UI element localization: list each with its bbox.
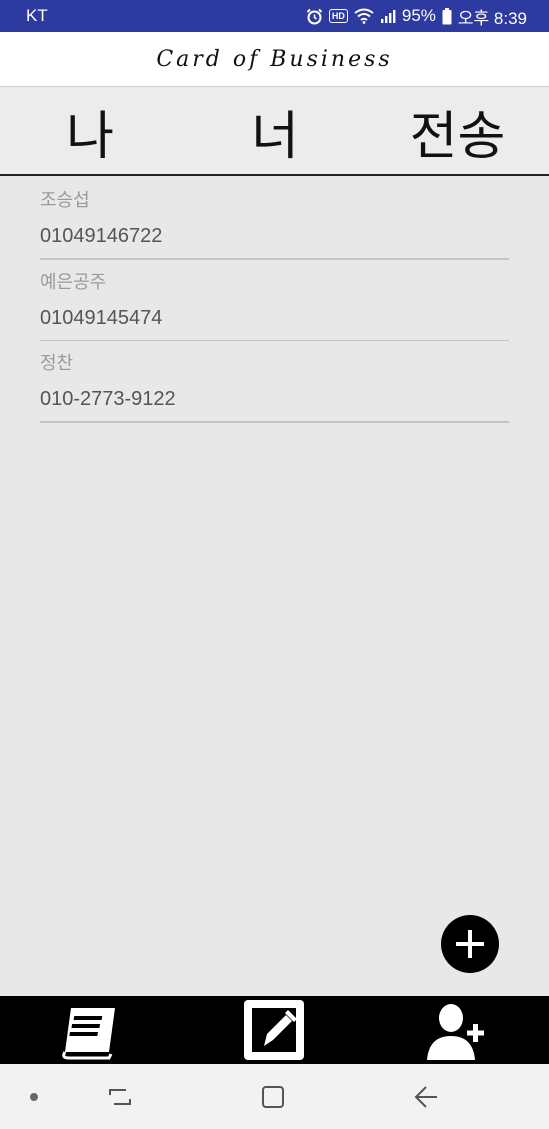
home-icon bbox=[262, 1085, 284, 1108]
add-person-button[interactable] bbox=[423, 996, 491, 1064]
system-nav bbox=[0, 1064, 549, 1129]
clock: 오후 8:39 bbox=[457, 8, 527, 28]
contact-item[interactable]: 정찬 010-2773-9122 bbox=[40, 341, 509, 423]
edit-icon bbox=[244, 1000, 304, 1060]
contact-name: 정찬 bbox=[40, 353, 74, 374]
wifi-icon bbox=[354, 8, 374, 24]
contact-list: 조승섭 01049146722 예은공주 01049145474 정찬 010-… bbox=[40, 178, 509, 423]
status-icons: HD 95% 오후 8:39 bbox=[306, 4, 527, 29]
back-button[interactable] bbox=[406, 1064, 446, 1129]
tab-send[interactable]: 전송 bbox=[400, 87, 515, 175]
tab-you[interactable]: 너 bbox=[225, 87, 325, 175]
battery-icon bbox=[442, 7, 452, 25]
hd-icon: HD bbox=[328, 9, 348, 23]
signal-icon bbox=[380, 8, 396, 24]
card-book-button[interactable] bbox=[57, 996, 125, 1064]
contact-name: 예은공주 bbox=[40, 271, 107, 293]
book-icon bbox=[62, 1008, 115, 1060]
app-header: Card of Business bbox=[0, 32, 549, 86]
app-title: Card of Business bbox=[156, 46, 393, 72]
tab-bar: 나 너 전송 bbox=[0, 86, 549, 176]
dot-icon bbox=[30, 1092, 38, 1101]
contact-phone: 010-2773-9122 bbox=[40, 388, 176, 410]
recents-button[interactable] bbox=[100, 1064, 140, 1129]
bottom-nav bbox=[0, 996, 549, 1064]
add-contact-fab[interactable] bbox=[441, 915, 499, 973]
contact-item[interactable]: 예은공주 01049145474 bbox=[40, 260, 509, 341]
home-button[interactable] bbox=[253, 1064, 293, 1129]
add-person-icon bbox=[427, 1004, 484, 1060]
battery-percent: 95% bbox=[401, 6, 436, 25]
tab-me[interactable]: 나 bbox=[40, 87, 140, 175]
divider bbox=[40, 421, 509, 423]
contact-name: 조승섭 bbox=[40, 190, 90, 211]
recents-icon bbox=[109, 1088, 131, 1105]
alarm-icon bbox=[306, 8, 323, 25]
status-bar: KT HD 95% 오후 8:39 bbox=[0, 0, 549, 32]
dot-button[interactable] bbox=[24, 1064, 44, 1129]
plus-icon bbox=[456, 930, 484, 958]
contact-phone: 01049146722 bbox=[40, 225, 163, 247]
carrier-label: KT bbox=[26, 6, 48, 25]
back-icon bbox=[414, 1085, 437, 1108]
contact-item[interactable]: 조승섭 01049146722 bbox=[40, 178, 509, 260]
contact-phone: 01049145474 bbox=[40, 306, 163, 329]
edit-card-button[interactable] bbox=[240, 996, 308, 1064]
